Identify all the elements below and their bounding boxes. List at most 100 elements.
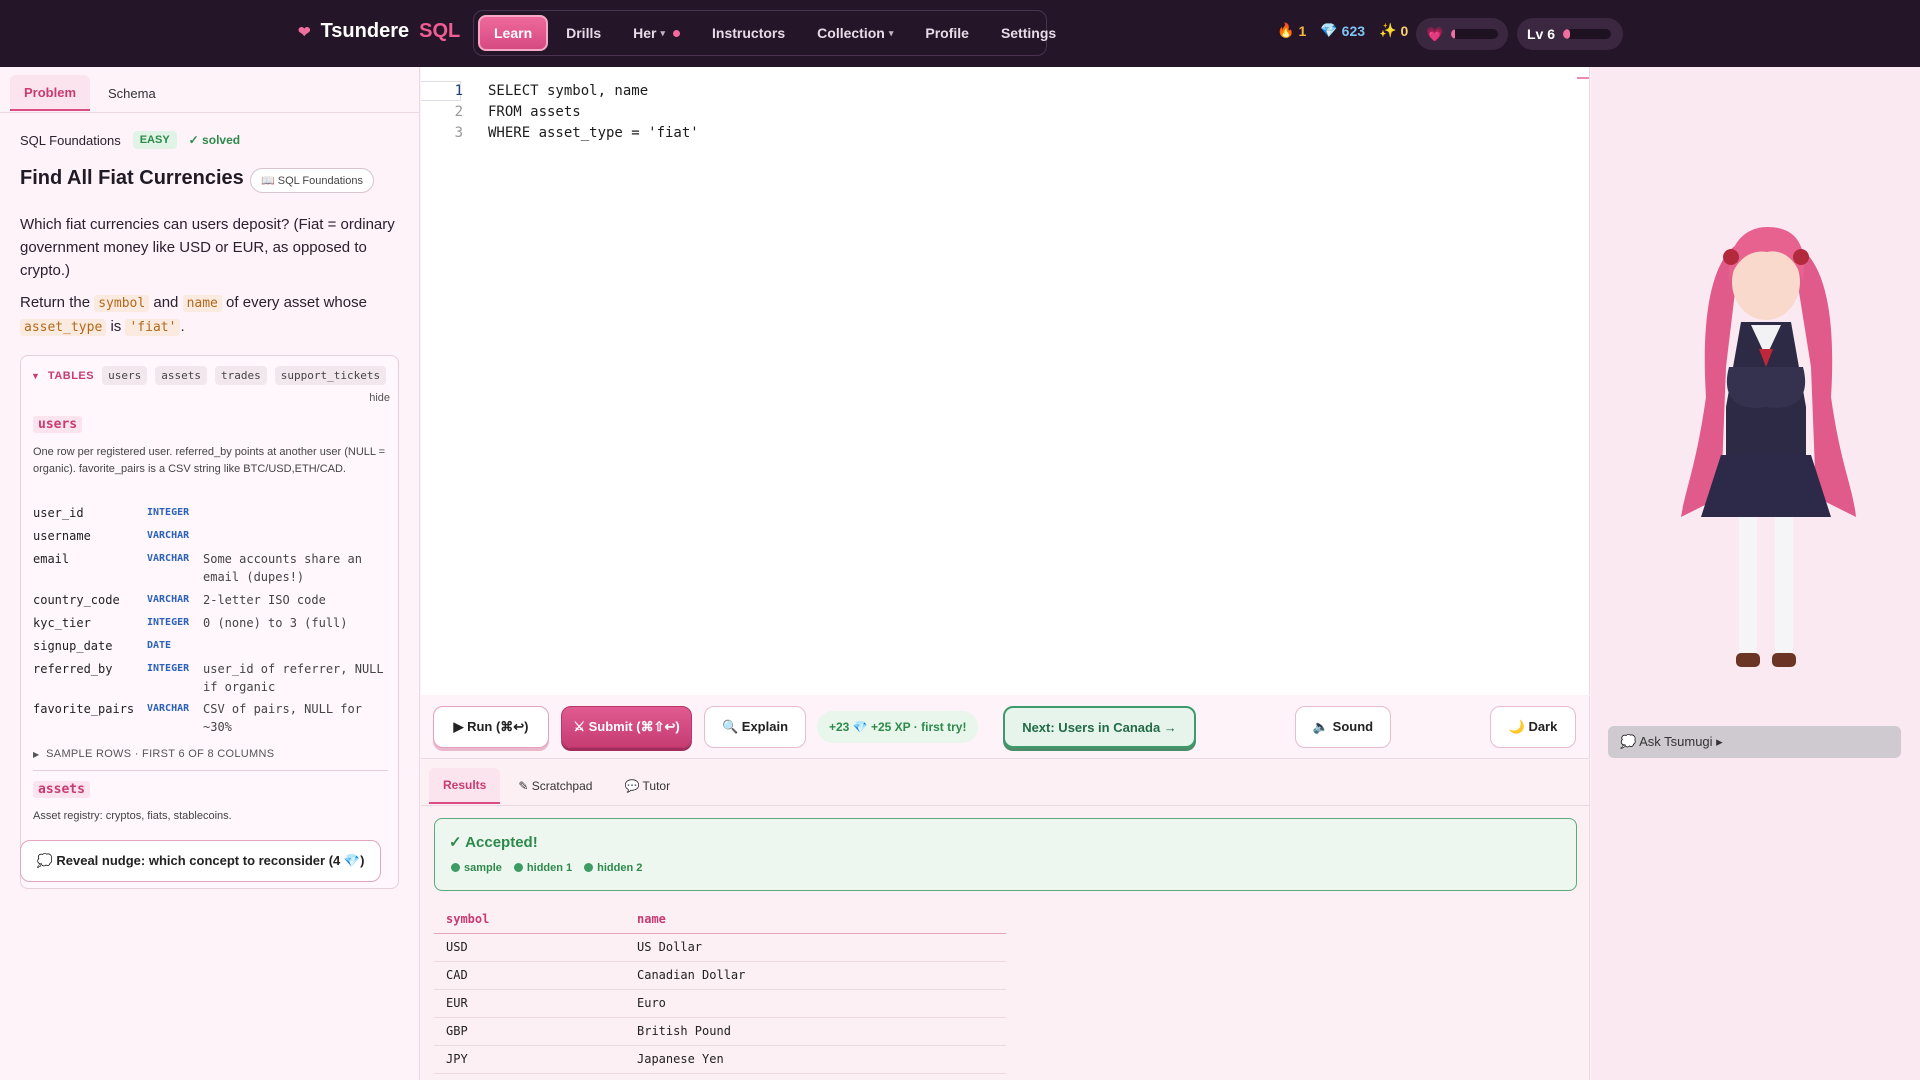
ask-tsumugi-button[interactable]: 💭 Ask Tsumugi ▸ bbox=[1608, 726, 1901, 758]
hide-schema-link[interactable]: hide bbox=[369, 392, 390, 404]
reveal-nudge-button[interactable]: 💭 Reveal nudge: which concept to reconsi… bbox=[20, 840, 381, 882]
sparks-stat: ✨ 0 bbox=[1379, 22, 1408, 39]
table-chip-users[interactable]: users bbox=[102, 366, 148, 385]
affection-bar-fill bbox=[1451, 29, 1456, 39]
accepted-title: ✓ Accepted! bbox=[449, 834, 538, 851]
chevron-right-icon: ▶ bbox=[33, 750, 40, 759]
column-name: referred_by bbox=[33, 662, 113, 676]
difficulty-badge: EASY bbox=[132, 131, 177, 149]
level-bar bbox=[1563, 29, 1612, 39]
nav-collection[interactable]: Collection ▾ bbox=[803, 15, 907, 51]
column-name: kyc_tier bbox=[33, 616, 91, 630]
sql-editor[interactable]: 1 SELECT symbol, name 2 FROM assets 3 WHERE… bbox=[421, 67, 1590, 695]
line-code: FROM assets bbox=[488, 103, 581, 120]
nav-settings[interactable]: Settings bbox=[987, 15, 1070, 51]
course-chip[interactable]: 📖 SQL Foundations bbox=[250, 168, 374, 193]
course-name: SQL Foundations bbox=[20, 132, 121, 148]
tables-header-row: ▼ TABLES users assets trades support_tic… bbox=[31, 366, 387, 385]
dark-mode-button[interactable]: 🌙 Dark bbox=[1490, 706, 1576, 748]
main-nav: Learn Drills Her ▾ Instructors Collection… bbox=[473, 10, 1056, 56]
table-chip-assets[interactable]: assets bbox=[155, 366, 207, 385]
fire-icon: 🔥 bbox=[1277, 22, 1295, 38]
column-type: VARCHAR bbox=[147, 703, 190, 714]
results-panel: Results ✎ Scratchpad 💬 Tutor ✓ Accepted!… bbox=[421, 760, 1590, 1080]
problem-title: Find All Fiat Currencies bbox=[20, 167, 244, 189]
streak-stat: 🔥 1 bbox=[1277, 22, 1306, 39]
column-desc: Some accounts share an email (dupes!) bbox=[203, 552, 362, 584]
tab-scratchpad[interactable]: ✎ Scratchpad bbox=[504, 768, 606, 804]
sample-rows-toggle[interactable]: ▶ SAMPLE ROWS · FIRST 6 OF 8 COLUMNS bbox=[33, 748, 274, 760]
heart-icon: 💗 bbox=[1426, 25, 1444, 42]
column-row: referred_by INTEGER user_id of referrer, N… bbox=[33, 660, 393, 696]
column-type: VARCHAR bbox=[147, 530, 190, 541]
table-row: CAD Canadian Dollar bbox=[434, 961, 1006, 990]
brand[interactable]: ❤ Tsundere SQL bbox=[298, 20, 460, 43]
nav-profile[interactable]: Profile bbox=[911, 15, 983, 51]
column-desc bbox=[203, 504, 393, 522]
editor-line[interactable]: 1 SELECT symbol, name bbox=[421, 80, 649, 101]
column-desc: 2-letter ISO code bbox=[203, 593, 326, 607]
notification-dot bbox=[673, 29, 681, 37]
table-cell: US Dollar bbox=[625, 933, 1006, 962]
scrollbar-marker[interactable] bbox=[1577, 77, 1589, 79]
table-description-users: One row per registered user. referred_by… bbox=[33, 446, 386, 475]
nav-instructors-label: Instructors bbox=[712, 25, 786, 41]
editor-line[interactable]: 2 FROM assets bbox=[421, 101, 581, 122]
run-button[interactable]: ▶ Run (⌘↩) bbox=[433, 706, 549, 748]
column-header: symbol bbox=[434, 905, 625, 934]
tab-results[interactable]: Results bbox=[429, 768, 501, 804]
sound-toggle-button[interactable]: 🔈 Sound bbox=[1295, 706, 1391, 748]
divider bbox=[421, 805, 1589, 806]
nav-collection-label: Collection bbox=[817, 25, 885, 41]
nav-instructors[interactable]: Instructors bbox=[698, 15, 799, 51]
table-name-assets: assets bbox=[33, 781, 90, 798]
results-table: symbol name USD US Dollar CAD Canadian Dol… bbox=[434, 905, 1006, 1074]
nav-settings-label: Settings bbox=[1000, 25, 1057, 41]
nav-learn[interactable]: Learn bbox=[478, 15, 549, 51]
column-desc bbox=[203, 637, 393, 655]
level-bar-fill bbox=[1563, 29, 1571, 39]
affection-meter[interactable]: 💗 bbox=[1416, 18, 1508, 50]
table-cell: EUR bbox=[434, 989, 625, 1018]
desc-text: is bbox=[110, 318, 122, 335]
table-cell: CAD bbox=[434, 961, 625, 990]
gem-icon: 💎 bbox=[1320, 22, 1338, 38]
column-name: favorite_pairs bbox=[33, 702, 135, 716]
level-meter[interactable]: Lv 6 bbox=[1517, 18, 1623, 50]
table-chip-support-tickets[interactable]: support_tickets bbox=[274, 366, 387, 385]
table-cell: JPY bbox=[434, 1045, 625, 1074]
reward-badge: +23 💎 +25 XP · first try! bbox=[817, 711, 979, 743]
tab-schema[interactable]: Schema bbox=[94, 75, 170, 111]
table-cell: Japanese Yen bbox=[625, 1045, 1006, 1074]
column-name: username bbox=[33, 529, 91, 543]
column-type: VARCHAR bbox=[147, 594, 190, 605]
next-problem-button[interactable]: Next: Users in Canada → bbox=[1003, 706, 1196, 748]
line-number: 1 bbox=[454, 82, 463, 99]
column-desc: CSV of pairs, NULL for ~30% bbox=[203, 702, 362, 734]
test-pass-sample: sample bbox=[451, 862, 502, 874]
brand-name: Tsundere bbox=[320, 20, 410, 42]
explain-button[interactable]: 🔍 Explain bbox=[704, 706, 806, 748]
sample-rows-label: SAMPLE ROWS · FIRST 6 OF 8 COLUMNS bbox=[46, 748, 275, 760]
table-cell: GBP bbox=[434, 1017, 625, 1046]
tab-tutor[interactable]: 💬 Tutor bbox=[610, 768, 684, 804]
editor-line[interactable]: 3 WHERE asset_type = 'fiat' bbox=[421, 122, 699, 143]
chevron-down-icon: ▾ bbox=[888, 27, 894, 38]
problem-description: Which fiat currencies can users deposit?… bbox=[20, 213, 405, 339]
divider bbox=[33, 770, 388, 771]
table-chip-trades[interactable]: trades bbox=[214, 366, 267, 385]
chevron-down-icon[interactable]: ▼ bbox=[31, 371, 40, 381]
heart-logo-icon: ❤ bbox=[298, 23, 311, 41]
test-pass-hidden-1: hidden 1 bbox=[514, 862, 572, 874]
nav-her[interactable]: Her ▾ bbox=[619, 15, 694, 51]
level-label: Lv 6 bbox=[1527, 26, 1556, 42]
code-fiat: 'fiat' bbox=[125, 319, 181, 336]
desc-text: of every asset whose bbox=[226, 294, 367, 311]
tab-problem[interactable]: Problem bbox=[10, 75, 91, 111]
table-row: EUR Euro bbox=[434, 989, 1006, 1018]
submit-button[interactable]: ⚔ Submit (⌘⇧↩) bbox=[561, 706, 692, 748]
column-type: INTEGER bbox=[147, 617, 190, 628]
nav-profile-label: Profile bbox=[925, 25, 969, 41]
nav-drills[interactable]: Drills bbox=[552, 15, 615, 51]
code-asset-type: asset_type bbox=[20, 319, 107, 336]
